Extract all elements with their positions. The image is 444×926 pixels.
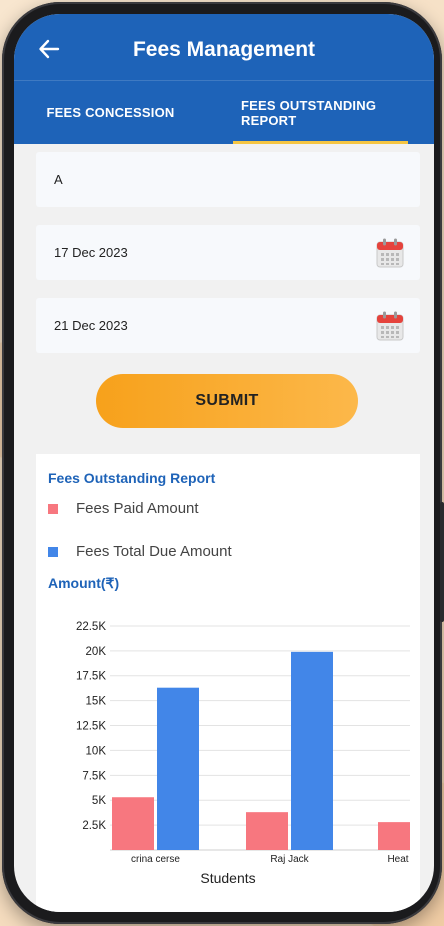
submit-button[interactable]: SUBMIT — [96, 374, 358, 428]
y-tick-label: 10K — [86, 745, 107, 757]
legend-swatch-paid — [48, 503, 58, 514]
to-date-field[interactable]: 21 Dec 2023 — [36, 298, 420, 353]
y-tick-label: 22.5K — [76, 621, 106, 633]
legend-label-paid: Fees Paid Amount — [76, 500, 199, 517]
tab-label: FEES OUTSTANDING REPORT — [241, 97, 377, 128]
tab-bar: FEES CONCESSION FEES OUTSTANDING REPORT — [14, 80, 434, 144]
y-tick-label: 12.5K — [76, 721, 106, 733]
phone-frame: Fees Management FEES CONCESSION FEES OUT… — [2, 2, 444, 924]
bar-chart: 2.5K 5K 7.5K 10K 12.5K 15K 17.5K 20K 22.5K crina … — [76, 621, 410, 864]
y-tick-label: 15K — [86, 696, 107, 708]
y-tick-label: 2.5K — [82, 820, 106, 832]
to-date-value: 21 Dec 2023 — [54, 318, 128, 333]
x-tick-label: Raj Jack — [270, 854, 309, 864]
side-button — [440, 502, 444, 622]
tab-fees-concession[interactable]: FEES CONCESSION — [14, 81, 207, 144]
calendar-icon[interactable] — [376, 238, 404, 268]
x-tick-label: crina cerse — [131, 854, 180, 864]
bar-paid[interactable] — [378, 822, 410, 850]
report-card: Fees Outstanding Report Fees Paid Amount… — [36, 454, 420, 912]
app-bar: Fees Management — [14, 14, 434, 80]
y-tick-label: 17.5K — [76, 671, 106, 683]
from-date-value: 17 Dec 2023 — [54, 245, 128, 260]
bar-due[interactable] — [157, 687, 199, 850]
back-arrow-icon[interactable] — [38, 38, 60, 60]
class-value: A — [54, 172, 63, 187]
legend-label-due: Fees Total Due Amount — [76, 543, 232, 560]
y-axis-title: Amount(₹) — [48, 575, 120, 591]
tab-fees-outstanding-report[interactable]: FEES OUTSTANDING REPORT — [207, 81, 434, 144]
x-axis-title: Students — [200, 870, 256, 886]
legend-swatch-due — [48, 546, 58, 557]
class-field[interactable]: A — [36, 152, 420, 207]
bar-paid[interactable] — [246, 812, 288, 850]
calendar-icon[interactable] — [376, 311, 404, 341]
y-tick-label: 5K — [92, 795, 106, 807]
from-date-field[interactable]: 17 Dec 2023 — [36, 225, 420, 280]
y-tick-label: 20K — [86, 646, 107, 658]
bar-due[interactable] — [291, 651, 333, 850]
y-tick-label: 7.5K — [82, 770, 106, 782]
page-title: Fees Management — [132, 38, 316, 61]
legend-paid: Fees Paid Amount — [48, 500, 199, 517]
app-screen: Fees Management FEES CONCESSION FEES OUT… — [14, 14, 434, 912]
legend-due: Fees Total Due Amount — [48, 543, 232, 560]
bar-paid[interactable] — [112, 797, 154, 850]
x-tick-label: Heat — [387, 854, 408, 864]
report-title: Fees Outstanding Report — [48, 470, 216, 486]
